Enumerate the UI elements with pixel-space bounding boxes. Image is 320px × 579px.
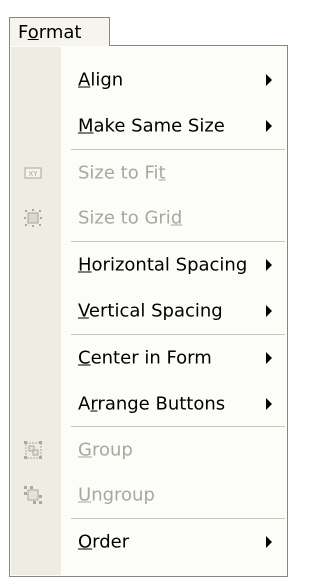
menu-item-label: Center in Form — [78, 347, 212, 369]
menu-item-label: Size to Grid — [78, 207, 183, 229]
group-icon — [22, 439, 44, 461]
menu-separator — [71, 149, 285, 150]
menu-item-vertical-spacing[interactable]: Vertical Spacing — [11, 291, 286, 331]
menu-item-label: Horizontal Spacing — [78, 254, 248, 276]
menu-item-size-to-fit[interactable]: XY Size to Fit — [11, 153, 286, 193]
submenu-arrow-icon — [266, 259, 272, 271]
submenu-arrow-icon — [266, 352, 272, 364]
submenu-arrow-icon — [266, 536, 272, 548]
format-menu-label: Format — [18, 21, 82, 43]
menu-separator — [71, 426, 285, 427]
svg-text:XY: XY — [28, 170, 38, 178]
menu-item-label: Group — [78, 439, 133, 461]
submenu-arrow-icon — [266, 398, 272, 410]
menu-item-label: Arrange Buttons — [78, 393, 226, 415]
menu-item-arrange-buttons[interactable]: Arrange Buttons — [11, 384, 286, 424]
menu-item-label: Vertical Spacing — [78, 300, 223, 322]
menu-item-group[interactable]: Group — [11, 430, 286, 470]
submenu-arrow-icon — [266, 120, 272, 132]
menu-item-center-in-form[interactable]: Center in Form — [11, 338, 286, 378]
menu-item-order[interactable]: Order — [11, 522, 286, 562]
submenu-arrow-icon — [266, 305, 272, 317]
menu-item-label: Align — [78, 69, 124, 91]
menu-item-label: Size to Fit — [78, 162, 166, 184]
menu-item-horizontal-spacing[interactable]: Horizontal Spacing — [11, 245, 286, 285]
size-to-grid-icon — [22, 207, 44, 229]
menu-item-align[interactable]: Align — [11, 60, 286, 100]
menu-separator — [71, 241, 285, 242]
size-to-fit-icon: XY — [22, 162, 44, 184]
submenu-arrow-icon — [266, 74, 272, 86]
format-menu-title[interactable]: Format — [9, 17, 110, 46]
menu-item-label: Ungroup — [78, 484, 155, 506]
format-menu-dropdown: Align Make Same Size XY Size to Fit Size… — [9, 45, 288, 577]
menu-separator — [71, 518, 285, 519]
menu-item-label: Order — [78, 531, 130, 553]
menu-item-label: Make Same Size — [78, 115, 225, 137]
ungroup-icon — [22, 484, 44, 506]
menu-item-ungroup[interactable]: Ungroup — [11, 475, 286, 515]
menu-separator — [71, 334, 285, 335]
menu-item-size-to-grid[interactable]: Size to Grid — [11, 198, 286, 238]
menu-item-make-same-size[interactable]: Make Same Size — [11, 106, 286, 146]
